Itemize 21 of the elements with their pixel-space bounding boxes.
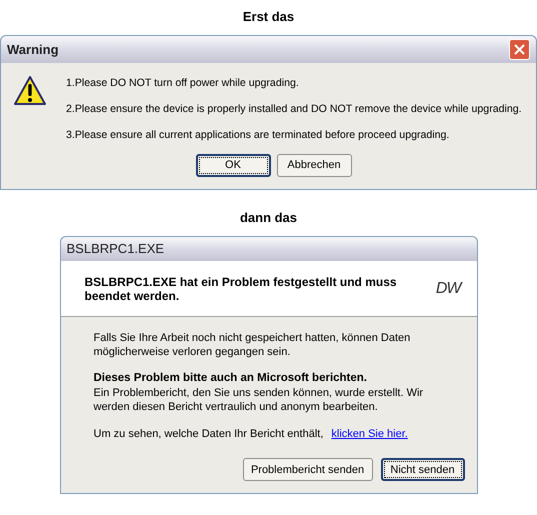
info-text: Ein Problembericht, den Sie uns senden können, wurde erstellt. Wir werden diesen Bericht vertraulich und anonym bearbeiten. [94,386,424,414]
close-icon [514,44,525,55]
link-prompt: Um zu sehen, welche Daten Ihr Bericht enthält, [94,427,324,441]
caption: Erst das [242,9,294,25]
dialog-button[interactable]: Abbrechen [276,154,352,177]
subheading: Dieses Problem bitte auch an Microsoft berichten. [94,371,368,385]
dialog-button[interactable]: Nicht senden [380,458,464,481]
warning-message: 3.Please ensure all current applications are terminated before proceed upgrading. [66,128,450,142]
window-title: BSLBRPC1.EXE [66,240,164,258]
logo: DW [436,278,460,298]
warning-icon [13,75,47,107]
caption: dann das [240,210,298,226]
close-button[interactable] [509,39,530,60]
details-link[interactable]: klicken Sie hier. [331,427,408,441]
warning-message: 2.Please ensure the device is properly installed and DO NOT remove the device while upgrading. [66,102,522,116]
info-text: Falls Sie Ihre Arbeit noch nicht gespeichert hatten, können Daten möglicherweise verloren gegangen sein. [94,331,412,359]
error-heading: BSLBRPC1.EXE hat ein Problem festgestellt und muss beendet werden. [84,274,398,302]
warning-message: 1.Please DO NOT turn off power while upgrading. [66,76,300,90]
window-title: Warning [7,40,59,59]
dialog-button[interactable]: Problembericht senden [242,458,372,481]
dialog-button[interactable]: OK [196,154,270,177]
